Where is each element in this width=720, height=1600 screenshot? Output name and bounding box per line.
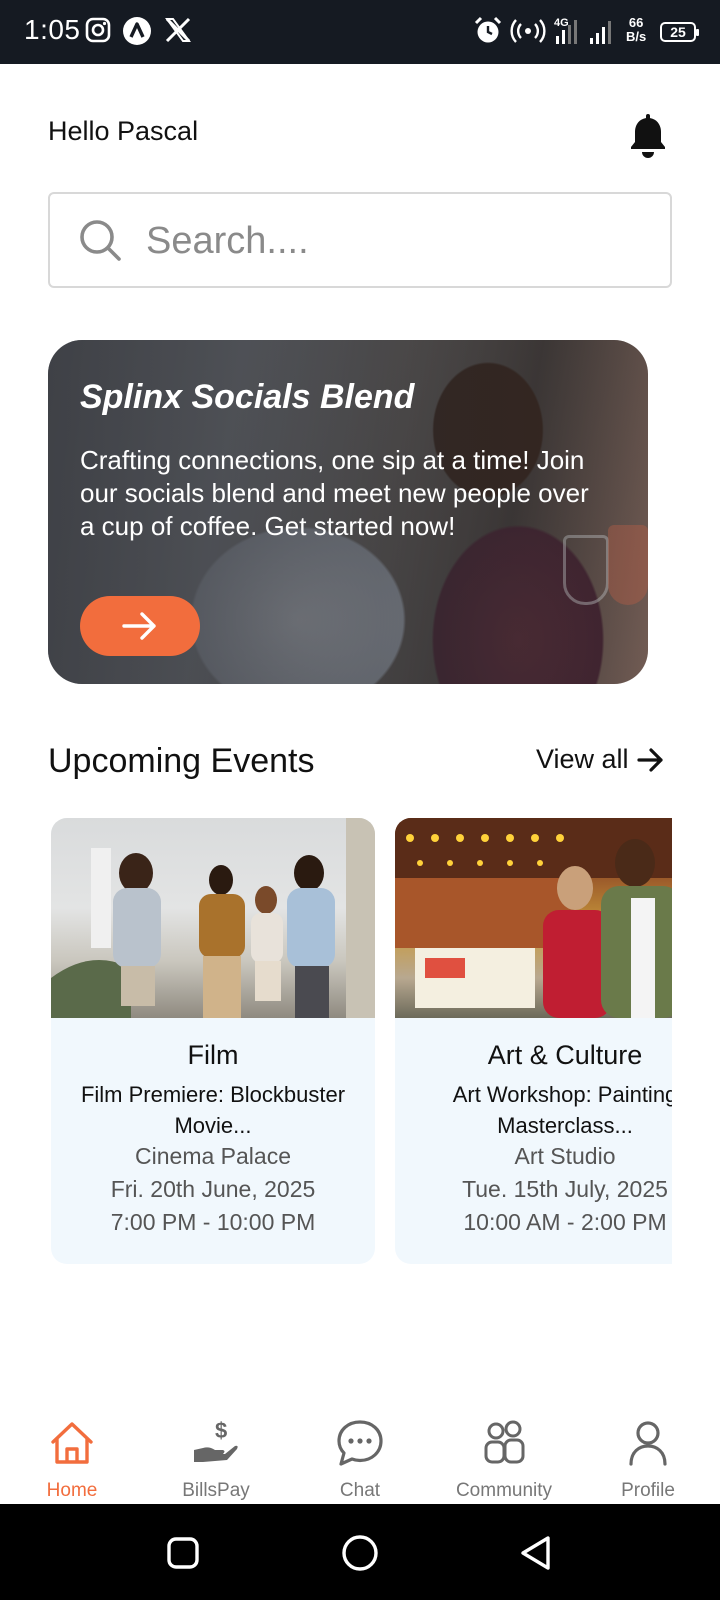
- search-input[interactable]: [146, 214, 646, 268]
- event-details: Film Film Premiere: Blockbuster Movie...…: [51, 1018, 375, 1236]
- community-icon: [484, 1420, 525, 1464]
- search-icon: [80, 220, 121, 261]
- nav-item-billspay[interactable]: $ BillsPay: [144, 1396, 288, 1504]
- nav-item-home[interactable]: Home: [0, 1396, 144, 1504]
- search-box[interactable]: [48, 192, 672, 288]
- battery-indicator: 25: [660, 22, 699, 42]
- app-a-icon: [123, 17, 151, 45]
- arrow-right-icon: [122, 612, 156, 640]
- event-title: Art Workshop: Painting Masterclass...: [452, 1082, 672, 1138]
- event-image: [51, 818, 375, 1018]
- banner-title: Splinx Socials Blend: [80, 378, 415, 416]
- signal-icon: 4G: [554, 17, 611, 44]
- events-carousel[interactable]: Film Film Premiere: Blockbuster Movie...…: [48, 818, 672, 1264]
- promo-banner[interactable]: Splinx Socials Blend Crafting connection…: [48, 340, 648, 684]
- event-card[interactable]: Art & Culture Art Workshop: Painting Mas…: [395, 818, 672, 1264]
- recent-apps-icon[interactable]: [166, 1536, 200, 1570]
- event-card[interactable]: Film Film Premiere: Blockbuster Movie...…: [51, 818, 375, 1264]
- status-bar: 1:05 4G 66 B/s 25: [0, 0, 720, 64]
- event-image: [395, 818, 672, 1018]
- home-icon: [51, 1422, 93, 1464]
- event-details: Art & Culture Art Workshop: Painting Mas…: [395, 1018, 672, 1236]
- greeting-text: Hello Pascal: [48, 116, 199, 146]
- billspay-icon: $: [194, 1418, 238, 1462]
- alarm-icon: [474, 16, 502, 43]
- back-icon[interactable]: [518, 1534, 554, 1572]
- home-button-icon[interactable]: [341, 1534, 379, 1572]
- event-category: Art & Culture: [487, 1040, 643, 1070]
- nav-item-profile[interactable]: Profile: [576, 1396, 720, 1504]
- nav-label: Home: [46, 1480, 98, 1501]
- event-date: Tue. 15th July, 2025: [462, 1176, 668, 1202]
- nav-item-chat[interactable]: Chat: [288, 1396, 432, 1504]
- view-all-link[interactable]: View all: [536, 744, 665, 775]
- bell-icon[interactable]: [628, 114, 668, 160]
- nav-label: BillsPay: [182, 1480, 250, 1501]
- nav-label: Chat: [339, 1480, 381, 1501]
- event-venue: Cinema Palace: [135, 1143, 291, 1169]
- hotspot-icon: [510, 19, 546, 43]
- svg-text:4G: 4G: [554, 17, 569, 29]
- nav-label: Community: [455, 1480, 553, 1501]
- arrow-right-icon: [636, 747, 663, 772]
- bottom-navigation: Home $ BillsPay Chat Community Profile: [0, 1396, 720, 1504]
- svg-text:$: $: [215, 1418, 227, 1443]
- network-speed: 66 B/s: [626, 16, 646, 44]
- event-time: 7:00 PM - 10:00 PM: [110, 1209, 316, 1235]
- status-time: 1:05: [24, 14, 81, 45]
- banner-description: Crafting connections, one sip at a time!…: [80, 445, 589, 541]
- system-navigation-bar: [0, 1504, 720, 1600]
- upcoming-events-heading: Upcoming Events: [48, 742, 315, 780]
- event-venue: Art Studio: [514, 1143, 616, 1169]
- speed-value: 66: [628, 15, 644, 30]
- event-time: 10:00 AM - 2:00 PM: [463, 1209, 667, 1235]
- view-all-label: View all: [536, 744, 629, 774]
- nav-item-community[interactable]: Community: [432, 1396, 576, 1504]
- event-category: Film: [187, 1040, 239, 1070]
- chat-icon: [337, 1420, 383, 1466]
- nav-label: Profile: [621, 1480, 675, 1501]
- event-title: Film Premiere: Blockbuster Movie...: [80, 1082, 346, 1138]
- event-date: Fri. 20th June, 2025: [110, 1176, 316, 1202]
- x-icon: [165, 17, 191, 43]
- profile-icon: [629, 1421, 667, 1466]
- speed-unit: B/s: [626, 29, 647, 44]
- instagram-icon: [85, 17, 111, 43]
- banner-get-started-button[interactable]: [80, 596, 200, 656]
